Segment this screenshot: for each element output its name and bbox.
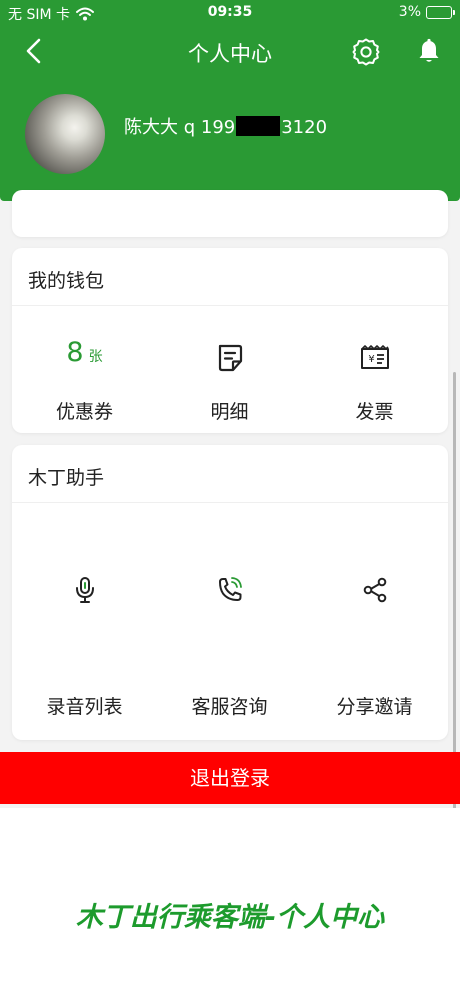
assistant-title: 木丁助手: [28, 467, 105, 489]
invoice-label: 发票: [355, 401, 394, 423]
scrollbar[interactable]: [453, 372, 456, 808]
coupon-count: 8张: [12, 337, 157, 368]
wallet-title: 我的钱包: [28, 270, 105, 292]
battery-percent: 3%: [398, 4, 421, 20]
coupon-label: 优惠券: [55, 401, 113, 423]
card-stub: [12, 190, 448, 237]
wallet-card: 我的钱包 8张 优惠券 明细 ¥ 发票: [12, 248, 448, 433]
share-icon: [363, 577, 386, 603]
document-icon: [218, 344, 242, 372]
details-item[interactable]: 明细: [157, 305, 302, 433]
invoice-icon: ¥: [360, 345, 389, 369]
gear-icon[interactable]: [351, 37, 381, 67]
share-invite-item[interactable]: 分享邀请: [302, 502, 447, 740]
bell-icon[interactable]: [414, 37, 444, 67]
coupon-unit: 张: [88, 349, 103, 365]
phone-call-icon: [218, 577, 242, 601]
microphone-icon: [75, 577, 94, 603]
coupon-number: 8: [66, 337, 84, 368]
coupon-item[interactable]: 8张 优惠券: [12, 305, 157, 433]
details-label: 明细: [210, 401, 249, 423]
svg-text:¥: ¥: [368, 354, 374, 365]
status-bar: 无 SIM 卡 09:35 3%: [0, 0, 460, 26]
status-time: 09:35: [207, 4, 253, 20]
battery-icon: [426, 5, 455, 19]
recording-list-label: 录音列表: [46, 696, 123, 718]
avatar[interactable]: [25, 94, 105, 174]
redaction-block: [236, 116, 281, 136]
assistant-card: 木丁助手 录音列表 客服咨询 分享邀请: [12, 445, 448, 740]
page-title: 个人中心: [188, 42, 272, 66]
user-name-prefix: 陈大大 q 199: [124, 117, 236, 138]
battery-status: 3%: [398, 4, 455, 20]
invoice-item[interactable]: ¥ 发票: [302, 305, 447, 433]
profile-header: 个人中心 陈大大 q 199 3120: [0, 0, 460, 201]
customer-service-item[interactable]: 客服咨询: [157, 502, 302, 740]
app-screen: 个人中心 陈大大 q 199 3120 无 SIM 卡 09:35 3% 我的钱…: [0, 0, 460, 808]
logout-button[interactable]: 退出登录: [0, 752, 460, 804]
recording-list-item[interactable]: 录音列表: [12, 502, 157, 740]
caption-text: 木丁出行乘客端-个人中心: [75, 902, 385, 933]
share-invite-label: 分享邀请: [336, 696, 413, 718]
customer-service-label: 客服咨询: [191, 696, 268, 718]
user-name: 陈大大 q 199 3120: [124, 113, 327, 139]
user-name-suffix: 3120: [281, 117, 328, 138]
